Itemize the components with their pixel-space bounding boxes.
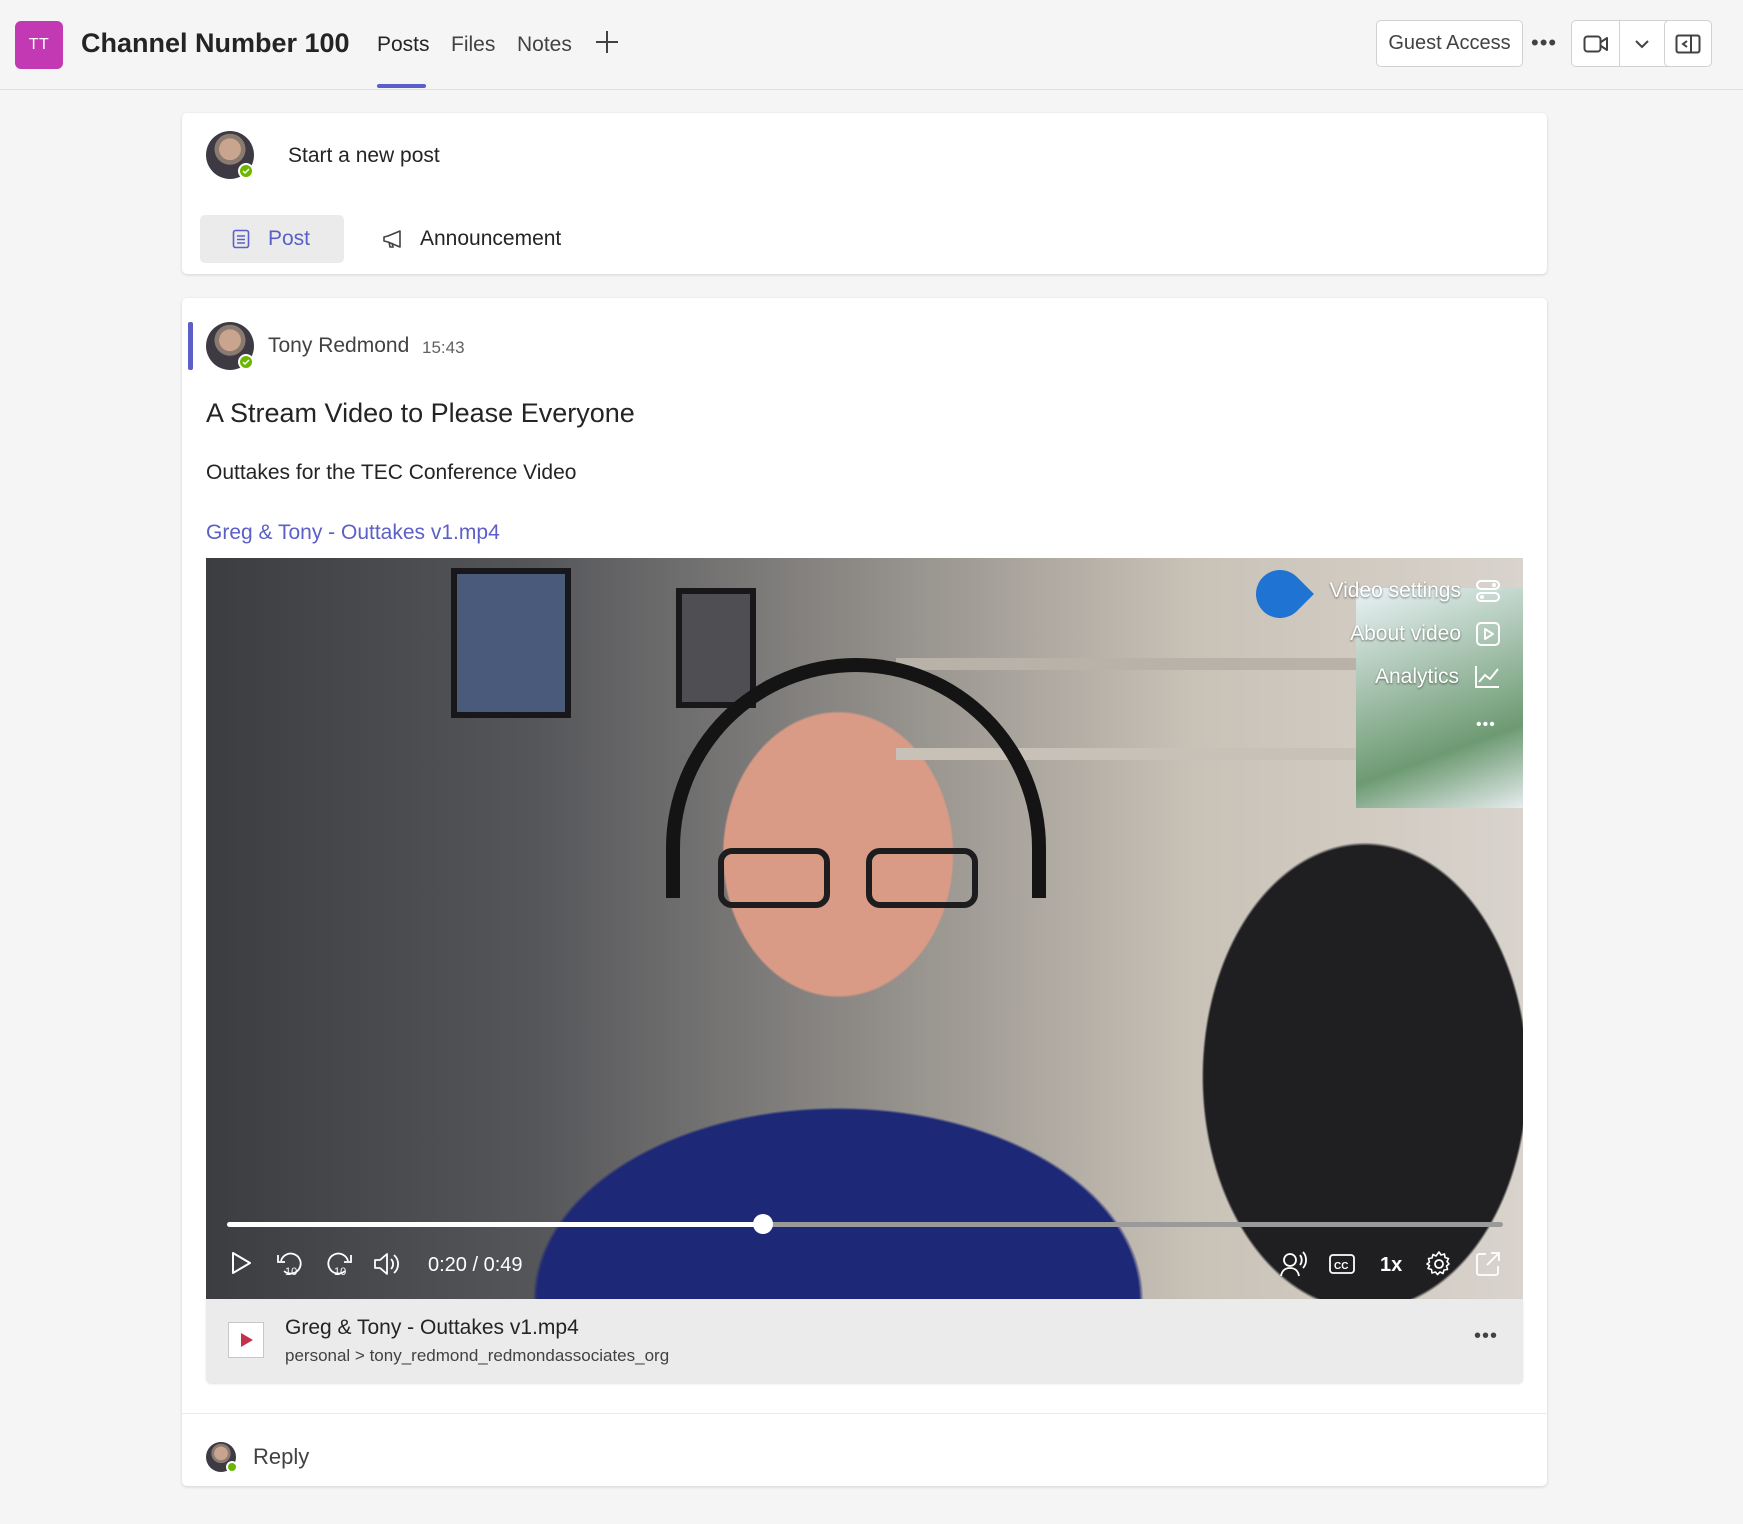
post-timestamp: 15:43 <box>422 338 465 357</box>
video-file-icon <box>228 1322 264 1358</box>
open-panel-button[interactable] <box>1664 20 1712 67</box>
post-type-post-button[interactable]: Post <box>200 215 344 263</box>
channel-header: TT Channel Number 100 Posts Files Notes … <box>0 0 1743 90</box>
video-camera-icon[interactable] <box>1583 33 1609 60</box>
forward-10-icon[interactable]: 10 <box>323 1248 355 1280</box>
megaphone-icon <box>383 230 401 248</box>
gear-icon[interactable] <box>1423 1248 1455 1280</box>
presence-available-icon <box>238 354 254 370</box>
announcement-button-label: Announcement <box>420 227 562 250</box>
svg-text:10: 10 <box>334 1266 346 1278</box>
video-player[interactable]: Video settings About video Analytics •••… <box>206 558 1523 1299</box>
post-type-announcement-button[interactable]: Announcement <box>382 215 561 263</box>
reply-divider <box>182 1413 1547 1414</box>
tab-files[interactable]: Files <box>451 33 495 57</box>
video-progress-bar[interactable] <box>227 1214 1503 1234</box>
about-video-menu-item[interactable]: About video <box>1350 621 1501 647</box>
presence-available-icon <box>226 1461 238 1473</box>
reply-button[interactable]: Reply <box>253 1444 309 1470</box>
about-video-label: About video <box>1350 622 1461 645</box>
post-button-label: Post <box>268 227 311 250</box>
post-icon <box>232 229 250 249</box>
transcript-speaker-icon[interactable] <box>1278 1248 1310 1280</box>
video-scene-frame <box>451 568 571 718</box>
meet-button-divider <box>1619 21 1620 66</box>
file-name[interactable]: Greg & Tony - Outtakes v1.mp4 <box>285 1316 579 1340</box>
playback-speed-button[interactable]: 1x <box>1380 1254 1402 1277</box>
pop-out-icon[interactable] <box>1472 1248 1504 1280</box>
play-icon[interactable] <box>226 1248 256 1278</box>
video-scene-frame <box>676 588 756 708</box>
guest-access-button[interactable]: Guest Access <box>1376 20 1523 67</box>
video-settings-menu-item[interactable]: Video settings <box>1329 578 1501 604</box>
toggle-settings-icon <box>1476 580 1500 602</box>
line-chart-icon <box>1475 666 1499 688</box>
video-settings-highlight <box>1246 560 1314 628</box>
more-options-icon[interactable]: ••• <box>1474 1325 1498 1348</box>
post-body: Outtakes for the TEC Conference Video <box>206 461 577 484</box>
video-file-link[interactable]: Greg & Tony - Outtakes v1.mp4 <box>206 521 500 545</box>
video-scene-glasses <box>718 848 978 908</box>
video-settings-label: Video settings <box>1329 579 1461 602</box>
tab-notes[interactable]: Notes <box>517 33 572 57</box>
analytics-menu-item[interactable]: Analytics <box>1375 664 1501 690</box>
post-title: A Stream Video to Please Everyone <box>206 398 635 428</box>
side-panel-icon <box>1675 34 1701 53</box>
tab-posts[interactable]: Posts <box>377 33 430 57</box>
svg-text:CC: CC <box>1334 1261 1348 1272</box>
post-author[interactable]: Tony Redmond <box>268 334 409 358</box>
video-info-icon <box>1476 622 1500 646</box>
team-avatar[interactable]: TT <box>15 21 63 69</box>
new-post-input[interactable]: Start a new post <box>288 144 440 168</box>
video-scrub-handle[interactable] <box>752 1214 773 1234</box>
video-file-card[interactable]: Greg & Tony - Outtakes v1.mp4 personal >… <box>206 1299 1523 1383</box>
analytics-label: Analytics <box>1374 665 1459 688</box>
channel-title: Channel Number 100 <box>81 28 350 58</box>
volume-icon[interactable] <box>371 1248 403 1280</box>
svg-text:10: 10 <box>285 1266 297 1278</box>
file-path: personal > tony_redmond_redmondassociate… <box>285 1346 670 1365</box>
video-progress-fill <box>227 1222 763 1227</box>
more-options-icon[interactable]: ••• <box>1476 716 1496 734</box>
presence-available-icon <box>238 163 254 179</box>
rewind-10-icon[interactable]: 10 <box>274 1248 306 1280</box>
add-tab-icon[interactable] <box>594 29 620 55</box>
more-options-icon[interactable]: ••• <box>1531 30 1557 56</box>
post-accent-bar <box>188 322 193 370</box>
active-tab-indicator <box>377 84 426 88</box>
chevron-down-icon[interactable] <box>1634 37 1650 56</box>
closed-captions-icon[interactable]: CC <box>1326 1248 1358 1280</box>
video-time-display: 0:20 / 0:49 <box>428 1254 523 1276</box>
